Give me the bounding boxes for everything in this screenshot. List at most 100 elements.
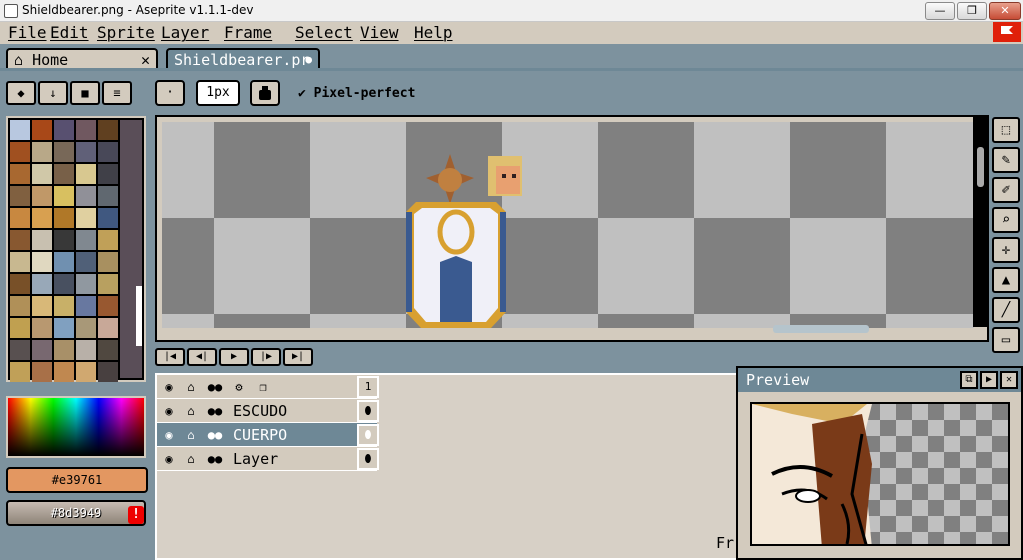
palette-swatch[interactable] [76,296,96,316]
pixel-perfect-checkbox[interactable]: ✔ Pixel-perfect [298,86,415,101]
layer-row[interactable]: ◉ ⌂ ●● CUERPO ⬮ [157,423,379,447]
layer-continuous-icon[interactable]: ●● [205,449,225,469]
rect-icon[interactable]: ▭ [992,327,1020,353]
palette-swatch[interactable] [98,142,118,162]
palette-swatch[interactable] [54,142,74,162]
horizontal-scroll-thumb[interactable] [773,325,869,333]
prev-frame-button[interactable]: ◀| [187,348,217,366]
palette-swatch[interactable] [98,318,118,338]
palette-swatch[interactable] [32,318,52,338]
sprite-editor[interactable] [155,115,989,342]
canvas-viewport[interactable] [162,122,974,328]
warning-icon[interactable]: ! [128,506,144,524]
menu-select[interactable]: Select [289,22,359,44]
palette-swatch[interactable] [76,208,96,228]
palette-swatch[interactable] [10,120,30,140]
continuous-icon[interactable]: ●● [205,377,225,397]
palette-swatch[interactable] [10,230,30,250]
move-icon[interactable]: ✛ [992,237,1020,263]
preview-close-button[interactable]: ✕ [1000,371,1018,389]
palette-swatch[interactable] [98,186,118,206]
palette-swatch[interactable] [54,120,74,140]
palette-swatch[interactable] [54,318,74,338]
palette-swatch[interactable] [10,340,30,360]
layer-lock-icon[interactable]: ⌂ [181,449,201,469]
palette-swatch[interactable] [76,230,96,250]
palette-swatch[interactable] [54,296,74,316]
menu-sprite[interactable]: Sprite [91,22,161,44]
minimize-button[interactable]: — [925,2,955,20]
fill-icon[interactable]: ▲ [992,267,1020,293]
marquee-icon[interactable]: ⬚ [992,117,1020,143]
palette-swatch[interactable] [76,362,96,382]
layer-name[interactable]: Layer [233,449,278,469]
first-frame-button[interactable]: |◀ [155,348,185,366]
layer-continuous-icon[interactable]: ●● [205,425,225,445]
palette-swatch[interactable] [32,164,52,184]
layer-cel[interactable]: ⬮ [357,448,379,470]
close-button[interactable]: ✕ [989,2,1021,20]
palette-swatch[interactable] [32,340,52,360]
layer-visibility-icon[interactable]: ◉ [159,401,179,421]
palette-swatch[interactable] [54,230,74,250]
palette-swatch[interactable] [76,340,96,360]
palette-swatch[interactable] [32,362,52,382]
palette-swatch[interactable] [10,164,30,184]
vertical-scroll-thumb[interactable] [977,147,984,187]
brush-size-input[interactable]: 1px [196,80,240,106]
palette-swatch[interactable] [10,142,30,162]
palette-swatch[interactable] [54,186,74,206]
frame-number[interactable]: 1 [357,376,379,398]
last-frame-button[interactable]: ▶| [283,348,313,366]
palette-swatch[interactable] [98,208,118,228]
layer-name[interactable]: ESCUDO [233,401,287,421]
palette-menu-button[interactable]: ≡ [102,81,132,105]
preview-window[interactable]: Preview ⧉ ▶ ✕ [736,366,1023,560]
layer-row[interactable]: ◉ ⌂ ●● Layer ⬮ [157,447,379,471]
preview-titlebar[interactable]: Preview ⧉ ▶ ✕ [738,368,1021,392]
eyedropper-icon[interactable]: ✐ [992,177,1020,203]
menu-help[interactable]: Help [408,22,459,44]
onion-skin-icon[interactable]: ❐ [253,377,273,397]
lock-icon[interactable]: ⌂ [181,377,201,397]
palette-scroll-thumb[interactable] [136,286,142,346]
download-button[interactable]: ↓ [38,81,68,105]
palette-swatch[interactable] [98,252,118,272]
palette-swatch[interactable] [10,296,30,316]
palette-swatch[interactable] [76,120,96,140]
menu-frame[interactable]: Frame [218,22,278,44]
preview-mode-button[interactable]: ⧉ [960,371,978,389]
layer-cel[interactable]: ⬮ [357,424,379,446]
ink-button[interactable] [250,80,280,106]
palette-swatch[interactable] [98,230,118,250]
palette-swatch[interactable] [32,252,52,272]
palette-swatch[interactable] [98,362,118,382]
palette-swatch[interactable] [76,318,96,338]
palette-swatch[interactable] [32,230,52,250]
palette-swatch[interactable] [10,274,30,294]
palette-swatch[interactable] [32,120,52,140]
palette-swatch[interactable] [76,142,96,162]
menu-layer[interactable]: Layer [155,22,215,44]
palette-swatch[interactable] [76,164,96,184]
menu-edit[interactable]: Edit [44,22,95,44]
palette-swatch[interactable] [76,252,96,272]
palette-swatch[interactable] [32,296,52,316]
palette-swatch[interactable] [32,186,52,206]
news-flag-icon[interactable] [993,22,1021,42]
palette-swatch[interactable] [98,296,118,316]
palette-swatch[interactable] [10,252,30,272]
palette-swatch[interactable] [10,318,30,338]
palette-swatch[interactable] [32,142,52,162]
color-spectrum[interactable] [6,396,146,458]
layer-visibility-icon[interactable]: ◉ [159,449,179,469]
tab-close-icon[interactable]: ✕ [141,50,150,70]
palette-swatch[interactable] [76,186,96,206]
palette-swatch[interactable] [98,164,118,184]
preview-play-button[interactable]: ▶ [980,371,998,389]
layer-row[interactable]: ◉ ⌂ ●● ESCUDO ⬮ [157,399,379,423]
palette-swatch[interactable] [10,208,30,228]
layer-lock-icon[interactable]: ⌂ [181,401,201,421]
zoom-icon[interactable]: ⌕ [992,207,1020,233]
palette-swatch[interactable] [10,186,30,206]
